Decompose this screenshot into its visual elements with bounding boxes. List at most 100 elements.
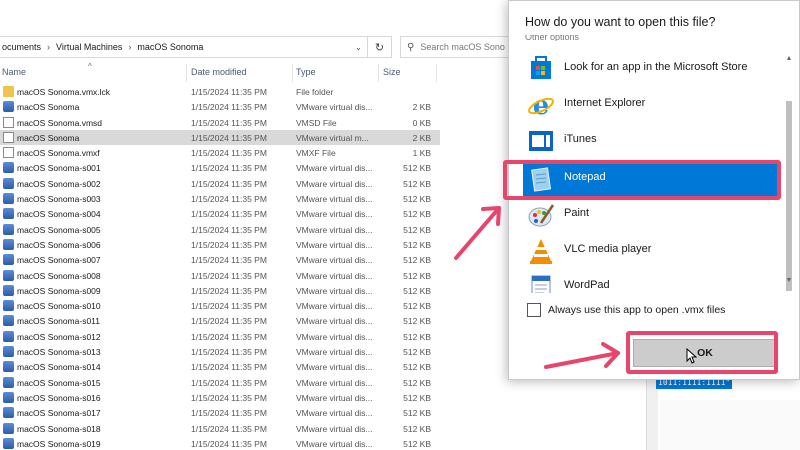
file-size: 512 KB xyxy=(403,392,431,403)
file-date-modified: 1/15/2024 11:35 PM xyxy=(191,178,267,189)
file-date-modified: 1/15/2024 11:35 PM xyxy=(191,347,267,358)
dialog-title: How do you want to open this file? xyxy=(525,15,716,29)
file-row[interactable]: macOS Sonoma-s018 1/15/2024 11:35 PM VMwar… xyxy=(0,421,440,436)
app-item-paint[interactable]: Paint xyxy=(523,197,779,233)
file-name: macOS Sonoma-s007 xyxy=(17,255,101,266)
file-date-modified: 1/15/2024 11:35 PM xyxy=(191,301,267,312)
file-name: macOS Sonoma-s004 xyxy=(17,209,101,220)
file-name: macOS Sonoma-s017 xyxy=(17,408,101,419)
file-row[interactable]: macOS Sonoma-s019 1/15/2024 11:35 PM VMwar… xyxy=(0,436,440,450)
internet-explorer-icon: e xyxy=(528,91,554,119)
column-header-name[interactable]: Name xyxy=(2,67,26,77)
file-size: 512 KB xyxy=(403,347,431,358)
file-row[interactable]: macOS Sonoma-s015 1/15/2024 11:35 PM VMwar… xyxy=(0,375,440,390)
file-row[interactable]: macOS Sonoma-s016 1/15/2024 11:35 PM VMwar… xyxy=(0,390,440,405)
file-name: macOS Sonoma-s010 xyxy=(17,301,101,312)
file-date-modified: 1/15/2024 11:35 PM xyxy=(191,377,267,388)
file-name: macOS Sonoma-s001 xyxy=(17,163,101,174)
file-name: macOS Sonoma-s014 xyxy=(17,362,101,373)
app-item-internet-explorer[interactable]: e Internet Explorer xyxy=(523,87,779,123)
app-label: Paint xyxy=(564,207,590,219)
search-input[interactable]: ⚲ Search macOS Sono xyxy=(400,36,510,58)
file-type: VMware virtual dis... xyxy=(296,239,373,250)
file-date-modified: 1/15/2024 11:35 PM xyxy=(191,255,267,266)
file-row[interactable]: macOS Sonoma-s010 1/15/2024 11:35 PM VMwar… xyxy=(0,298,440,313)
file-date-modified: 1/15/2024 11:35 PM xyxy=(191,316,267,327)
column-divider[interactable] xyxy=(378,64,379,82)
disk-icon xyxy=(3,284,14,296)
mouse-cursor-icon xyxy=(686,348,698,364)
file-row[interactable]: macOS Sonoma-s012 1/15/2024 11:35 PM VMwar… xyxy=(0,329,440,344)
column-divider[interactable] xyxy=(436,64,437,82)
file-type: VMware virtual dis... xyxy=(296,224,373,235)
file-type: VMware virtual dis... xyxy=(296,255,373,266)
file-row[interactable]: macOS Sonoma-s011 1/15/2024 11:35 PM VMwar… xyxy=(0,313,440,328)
file-row[interactable]: macOS Sonoma-s004 1/15/2024 11:35 PM VMwar… xyxy=(0,206,440,221)
file-type: VMware virtual dis... xyxy=(296,438,373,449)
chevron-down-icon[interactable]: ⌄ xyxy=(350,36,368,58)
column-divider[interactable] xyxy=(186,64,187,82)
file-row[interactable]: macOS Sonoma-s001 1/15/2024 11:35 PM VMwar… xyxy=(0,160,440,175)
file-size: 512 KB xyxy=(403,239,431,250)
breadcrumb-virtual-machines[interactable]: Virtual Machines xyxy=(56,42,122,52)
file-date-modified: 1/15/2024 11:35 PM xyxy=(191,438,267,449)
address-bar[interactable]: ocuments › Virtual Machines › macOS Sono… xyxy=(0,36,368,58)
file-row[interactable]: macOS Sonoma-s002 1/15/2024 11:35 PM VMwar… xyxy=(0,176,440,191)
scrollbar-thumb[interactable] xyxy=(786,101,792,291)
app-item-vlc[interactable]: VLC media player xyxy=(523,233,779,269)
app-item-itunes[interactable]: iTunes xyxy=(523,123,779,159)
file-size: 512 KB xyxy=(403,362,431,373)
file-date-modified: 1/15/2024 11:35 PM xyxy=(191,392,267,403)
file-row[interactable]: macOS Sonoma-s009 1/15/2024 11:35 PM VMwar… xyxy=(0,283,440,298)
dialog-subtitle: Other options xyxy=(525,35,580,41)
file-row[interactable]: macOS Sonoma-s006 1/15/2024 11:35 PM VMwar… xyxy=(0,237,440,252)
file-row[interactable]: macOS Sonoma.vmxf 1/15/2024 11:35 PM VMXF … xyxy=(0,145,440,160)
file-row[interactable]: macOS Sonoma-s008 1/15/2024 11:35 PM VMwar… xyxy=(0,268,440,283)
file-type: VMXF File xyxy=(296,148,336,159)
scrollbar[interactable] xyxy=(646,380,658,450)
scroll-up-icon[interactable]: ▲ xyxy=(783,53,795,65)
file-name: macOS Sonoma-s018 xyxy=(17,423,101,434)
app-list-scrollbar[interactable]: ▲ ▼ xyxy=(783,53,795,293)
column-header-size[interactable]: Size xyxy=(383,67,401,77)
app-item-microsoft-store[interactable]: Look for an app in the Microsoft Store xyxy=(523,51,779,87)
file-name: macOS Sonoma-s009 xyxy=(17,285,101,296)
file-row[interactable]: macOS Sonoma-s007 1/15/2024 11:35 PM VMwar… xyxy=(0,252,440,267)
file-row[interactable]: macOS Sonoma-s017 1/15/2024 11:35 PM VMwar… xyxy=(0,405,440,420)
file-row[interactable]: macOS Sonoma-s005 1/15/2024 11:35 PM VMwar… xyxy=(0,222,440,237)
file-row[interactable]: macOS Sonoma.vmx.lck 1/15/2024 11:35 PM Fi… xyxy=(0,84,440,99)
file-size: 512 KB xyxy=(403,285,431,296)
always-use-checkbox[interactable] xyxy=(527,303,541,317)
chevron-right-icon: › xyxy=(47,42,51,52)
breadcrumb-macos-sonoma[interactable]: macOS Sonoma xyxy=(137,42,203,52)
file-name: macOS Sonoma-s019 xyxy=(17,438,101,449)
column-header-type[interactable]: Type xyxy=(296,67,316,77)
file-size: 512 KB xyxy=(403,209,431,220)
file-row[interactable]: macOS Sonoma-s013 1/15/2024 11:35 PM VMwar… xyxy=(0,344,440,359)
file-size: 512 KB xyxy=(403,270,431,281)
column-header-date[interactable]: Date modified xyxy=(191,67,247,77)
file-date-modified: 1/15/2024 11:35 PM xyxy=(191,224,267,235)
file-row[interactable]: macOS Sonoma-s014 1/15/2024 11:35 PM VMwar… xyxy=(0,359,440,374)
wordpad-icon xyxy=(531,275,551,293)
file-row[interactable]: macOS Sonoma-s003 1/15/2024 11:35 PM VMwar… xyxy=(0,191,440,206)
file-type: VMware virtual dis... xyxy=(296,285,373,296)
refresh-button[interactable]: ↻ xyxy=(368,36,392,58)
column-divider[interactable] xyxy=(292,64,293,82)
scroll-down-icon[interactable]: ▼ xyxy=(783,275,795,287)
file-type: VMware virtual dis... xyxy=(296,347,373,358)
disk-icon xyxy=(3,361,14,373)
file-name: macOS Sonoma.vmxf xyxy=(17,148,100,159)
app-item-wordpad[interactable]: WordPad xyxy=(523,269,779,293)
always-use-label[interactable]: Always use this app to open .vmx files xyxy=(548,304,725,316)
file-name: macOS Sonoma-s013 xyxy=(17,347,101,358)
file-row[interactable]: macOS Sonoma 1/15/2024 11:35 PM VMware vir… xyxy=(0,129,440,146)
file-size: 512 KB xyxy=(403,301,431,312)
disk-icon xyxy=(3,346,14,358)
breadcrumb-documents[interactable]: ocuments xyxy=(2,42,41,52)
file-type: VMware virtual dis... xyxy=(296,392,373,403)
file-name: macOS Sonoma-s008 xyxy=(17,270,101,281)
file-row[interactable]: macOS Sonoma.vmsd 1/15/2024 11:35 PM VMSD … xyxy=(0,115,440,130)
file-row[interactable]: macOS Sonoma 1/15/2024 11:35 PM VMware vir… xyxy=(0,99,440,114)
disk-icon xyxy=(3,437,14,449)
